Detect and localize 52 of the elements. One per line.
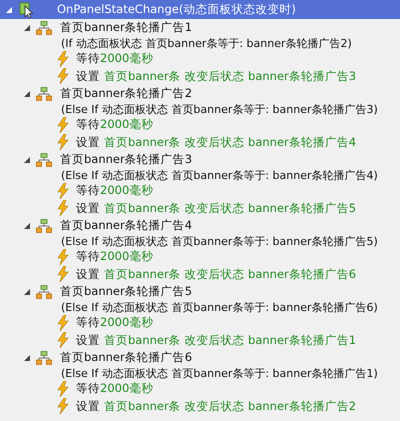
lightning-icon <box>57 116 69 133</box>
action-text: 设置 首页banner条 改变后状态 banner条轮播广告5 <box>76 200 356 216</box>
case-name: 首页banner条轮播广告4 <box>60 218 192 233</box>
case-condition: (Else If 动态面板状态 首页banner条等于: banner条轮播广告6) <box>61 300 378 314</box>
action-text: 等待2000毫秒 <box>76 117 154 132</box>
case-name: 首页banner条轮播广告5 <box>60 284 192 299</box>
expand-icon[interactable] <box>5 6 13 14</box>
case-condition: (Else If 动态面板状态 首页banner条等于: banner条轮播广告4) <box>61 168 378 182</box>
case-name: 首页banner条轮播广告1 <box>60 20 192 35</box>
lightning-icon <box>57 380 69 397</box>
case-name: 首页banner条轮播广告2 <box>60 86 192 101</box>
hierarchy-icon <box>36 350 52 364</box>
expand-icon[interactable] <box>23 24 31 32</box>
case-name: 首页banner条轮播广告6 <box>60 350 192 365</box>
action-text: 设置 首页banner条 改变后状态 banner条轮播广告4 <box>76 134 356 150</box>
case-condition: (Else If 动态面板状态 首页banner条等于: banner条轮播广告1) <box>61 366 378 380</box>
cursor-icon <box>19 2 35 18</box>
lightning-icon <box>57 332 69 348</box>
expand-icon[interactable] <box>23 354 31 362</box>
lightning-icon <box>57 266 69 282</box>
lightning-icon <box>57 182 69 199</box>
lightning-icon <box>57 134 69 150</box>
action-text: 设置 首页banner条 改变后状态 banner条轮播广告3 <box>76 68 356 84</box>
hierarchy-icon <box>36 152 52 166</box>
action-text: 设置 首页banner条 改变后状态 banner条轮播广告6 <box>76 266 356 282</box>
expand-icon[interactable] <box>23 156 31 164</box>
action-text: 等待2000毫秒 <box>76 381 154 396</box>
case-condition: (Else If 动态面板状态 首页banner条等于: banner条轮播广告5) <box>61 234 378 248</box>
case-condition: (If 动态面板状态 首页banner条等于: banner条轮播广告2) <box>61 36 352 50</box>
lightning-icon <box>57 200 69 216</box>
lightning-icon <box>57 398 69 414</box>
event-row[interactable]: OnPanelStateChange(动态面板状态改变时) <box>0 0 400 19</box>
hierarchy-icon <box>36 20 52 34</box>
lightning-icon <box>57 314 69 331</box>
action-text: 等待2000毫秒 <box>76 249 154 264</box>
hierarchy-icon <box>36 218 52 232</box>
lightning-icon <box>57 50 69 67</box>
action-text: 等待2000毫秒 <box>76 315 154 330</box>
action-text: 等待2000毫秒 <box>76 51 154 66</box>
expand-icon[interactable] <box>23 288 31 296</box>
case-name: 首页banner条轮播广告3 <box>60 152 192 167</box>
case-condition: (Else If 动态面板状态 首页banner条等于: banner条轮播广告3) <box>61 102 378 116</box>
expand-icon[interactable] <box>23 222 31 230</box>
action-text: 设置 首页banner条 改变后状态 banner条轮播广告2 <box>76 398 356 414</box>
action-text: 等待2000毫秒 <box>76 183 154 198</box>
event-name: OnPanelStateChange(动态面板状态改变时) <box>57 2 296 17</box>
expand-icon[interactable] <box>23 90 31 98</box>
action-text: 设置 首页banner条 改变后状态 banner条轮播广告1 <box>76 332 356 348</box>
hierarchy-icon <box>36 284 52 298</box>
hierarchy-icon <box>36 86 52 100</box>
lightning-icon <box>57 248 69 265</box>
lightning-icon <box>57 68 69 84</box>
